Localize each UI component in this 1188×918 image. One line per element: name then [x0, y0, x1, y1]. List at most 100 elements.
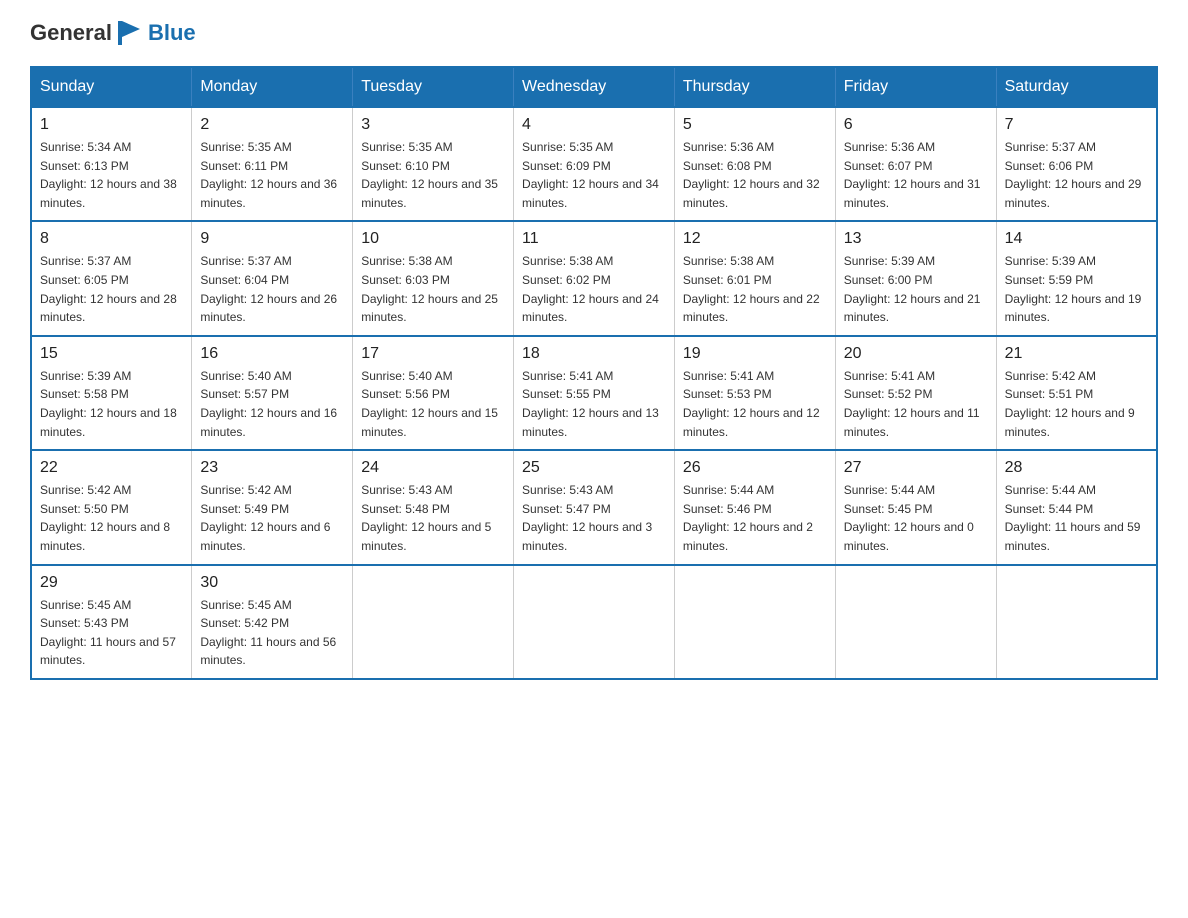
calendar-cell: 5 Sunrise: 5:36 AM Sunset: 6:08 PM Dayli… — [674, 107, 835, 221]
calendar-cell: 8 Sunrise: 5:37 AM Sunset: 6:05 PM Dayli… — [31, 221, 192, 335]
calendar-cell: 20 Sunrise: 5:41 AM Sunset: 5:52 PM Dayl… — [835, 336, 996, 450]
day-info: Sunrise: 5:44 AM Sunset: 5:44 PM Dayligh… — [1005, 481, 1148, 555]
day-info: Sunrise: 5:36 AM Sunset: 6:07 PM Dayligh… — [844, 138, 988, 212]
header-saturday: Saturday — [996, 67, 1157, 107]
calendar-header-row: Sunday Monday Tuesday Wednesday Thursday… — [31, 67, 1157, 107]
calendar-cell: 6 Sunrise: 5:36 AM Sunset: 6:07 PM Dayli… — [835, 107, 996, 221]
day-number: 2 — [200, 116, 344, 134]
calendar-cell: 12 Sunrise: 5:38 AM Sunset: 6:01 PM Dayl… — [674, 221, 835, 335]
calendar-cell: 22 Sunrise: 5:42 AM Sunset: 5:50 PM Dayl… — [31, 450, 192, 564]
day-info: Sunrise: 5:35 AM Sunset: 6:11 PM Dayligh… — [200, 138, 344, 212]
header-friday: Friday — [835, 67, 996, 107]
day-number: 20 — [844, 345, 988, 363]
day-info: Sunrise: 5:44 AM Sunset: 5:46 PM Dayligh… — [683, 481, 827, 555]
day-info: Sunrise: 5:38 AM Sunset: 6:02 PM Dayligh… — [522, 252, 666, 326]
day-info: Sunrise: 5:45 AM Sunset: 5:43 PM Dayligh… — [40, 596, 183, 670]
day-info: Sunrise: 5:41 AM Sunset: 5:55 PM Dayligh… — [522, 367, 666, 441]
calendar-cell — [353, 565, 514, 679]
calendar-cell: 29 Sunrise: 5:45 AM Sunset: 5:43 PM Dayl… — [31, 565, 192, 679]
day-number: 9 — [200, 230, 344, 248]
day-number: 10 — [361, 230, 505, 248]
day-info: Sunrise: 5:37 AM Sunset: 6:06 PM Dayligh… — [1005, 138, 1148, 212]
day-info: Sunrise: 5:44 AM Sunset: 5:45 PM Dayligh… — [844, 481, 988, 555]
header-wednesday: Wednesday — [514, 67, 675, 107]
calendar-cell: 28 Sunrise: 5:44 AM Sunset: 5:44 PM Dayl… — [996, 450, 1157, 564]
day-number: 23 — [200, 459, 344, 477]
calendar-cell: 25 Sunrise: 5:43 AM Sunset: 5:47 PM Dayl… — [514, 450, 675, 564]
calendar-cell: 13 Sunrise: 5:39 AM Sunset: 6:00 PM Dayl… — [835, 221, 996, 335]
day-number: 22 — [40, 459, 183, 477]
calendar-cell: 30 Sunrise: 5:45 AM Sunset: 5:42 PM Dayl… — [192, 565, 353, 679]
day-info: Sunrise: 5:38 AM Sunset: 6:03 PM Dayligh… — [361, 252, 505, 326]
day-info: Sunrise: 5:39 AM Sunset: 6:00 PM Dayligh… — [844, 252, 988, 326]
day-number: 24 — [361, 459, 505, 477]
day-number: 21 — [1005, 345, 1148, 363]
calendar-cell — [835, 565, 996, 679]
header-sunday: Sunday — [31, 67, 192, 107]
day-number: 11 — [522, 230, 666, 248]
calendar-cell: 10 Sunrise: 5:38 AM Sunset: 6:03 PM Dayl… — [353, 221, 514, 335]
calendar-cell: 1 Sunrise: 5:34 AM Sunset: 6:13 PM Dayli… — [31, 107, 192, 221]
day-info: Sunrise: 5:38 AM Sunset: 6:01 PM Dayligh… — [683, 252, 827, 326]
day-number: 1 — [40, 116, 183, 134]
calendar-cell: 21 Sunrise: 5:42 AM Sunset: 5:51 PM Dayl… — [996, 336, 1157, 450]
logo-text-blue: Blue — [148, 20, 196, 46]
calendar-cell — [674, 565, 835, 679]
calendar-cell: 17 Sunrise: 5:40 AM Sunset: 5:56 PM Dayl… — [353, 336, 514, 450]
day-info: Sunrise: 5:42 AM Sunset: 5:50 PM Dayligh… — [40, 481, 183, 555]
calendar-cell: 18 Sunrise: 5:41 AM Sunset: 5:55 PM Dayl… — [514, 336, 675, 450]
day-info: Sunrise: 5:35 AM Sunset: 6:09 PM Dayligh… — [522, 138, 666, 212]
day-number: 16 — [200, 345, 344, 363]
day-info: Sunrise: 5:42 AM Sunset: 5:51 PM Dayligh… — [1005, 367, 1148, 441]
calendar-cell: 26 Sunrise: 5:44 AM Sunset: 5:46 PM Dayl… — [674, 450, 835, 564]
day-info: Sunrise: 5:34 AM Sunset: 6:13 PM Dayligh… — [40, 138, 183, 212]
day-info: Sunrise: 5:43 AM Sunset: 5:47 PM Dayligh… — [522, 481, 666, 555]
calendar-cell: 9 Sunrise: 5:37 AM Sunset: 6:04 PM Dayli… — [192, 221, 353, 335]
day-number: 12 — [683, 230, 827, 248]
day-info: Sunrise: 5:37 AM Sunset: 6:05 PM Dayligh… — [40, 252, 183, 326]
header-monday: Monday — [192, 67, 353, 107]
day-info: Sunrise: 5:39 AM Sunset: 5:59 PM Dayligh… — [1005, 252, 1148, 326]
day-number: 25 — [522, 459, 666, 477]
day-number: 17 — [361, 345, 505, 363]
day-info: Sunrise: 5:45 AM Sunset: 5:42 PM Dayligh… — [200, 596, 344, 670]
calendar-cell: 15 Sunrise: 5:39 AM Sunset: 5:58 PM Dayl… — [31, 336, 192, 450]
calendar-cell: 23 Sunrise: 5:42 AM Sunset: 5:49 PM Dayl… — [192, 450, 353, 564]
day-info: Sunrise: 5:39 AM Sunset: 5:58 PM Dayligh… — [40, 367, 183, 441]
day-number: 15 — [40, 345, 183, 363]
header-thursday: Thursday — [674, 67, 835, 107]
day-info: Sunrise: 5:40 AM Sunset: 5:56 PM Dayligh… — [361, 367, 505, 441]
day-info: Sunrise: 5:41 AM Sunset: 5:53 PM Dayligh… — [683, 367, 827, 441]
calendar-cell — [514, 565, 675, 679]
logo: General Blue — [30, 20, 196, 46]
day-number: 18 — [522, 345, 666, 363]
day-info: Sunrise: 5:35 AM Sunset: 6:10 PM Dayligh… — [361, 138, 505, 212]
calendar-cell: 7 Sunrise: 5:37 AM Sunset: 6:06 PM Dayli… — [996, 107, 1157, 221]
logo-text-general: General — [30, 20, 112, 46]
calendar-cell: 11 Sunrise: 5:38 AM Sunset: 6:02 PM Dayl… — [514, 221, 675, 335]
day-number: 13 — [844, 230, 988, 248]
calendar-week-4: 22 Sunrise: 5:42 AM Sunset: 5:50 PM Dayl… — [31, 450, 1157, 564]
calendar-week-2: 8 Sunrise: 5:37 AM Sunset: 6:05 PM Dayli… — [31, 221, 1157, 335]
day-number: 19 — [683, 345, 827, 363]
calendar-cell: 14 Sunrise: 5:39 AM Sunset: 5:59 PM Dayl… — [996, 221, 1157, 335]
calendar-cell: 24 Sunrise: 5:43 AM Sunset: 5:48 PM Dayl… — [353, 450, 514, 564]
day-number: 28 — [1005, 459, 1148, 477]
calendar-cell: 19 Sunrise: 5:41 AM Sunset: 5:53 PM Dayl… — [674, 336, 835, 450]
calendar-cell: 3 Sunrise: 5:35 AM Sunset: 6:10 PM Dayli… — [353, 107, 514, 221]
day-number: 14 — [1005, 230, 1148, 248]
logo-flag-icon — [118, 21, 140, 45]
day-number: 4 — [522, 116, 666, 134]
day-number: 27 — [844, 459, 988, 477]
calendar-cell: 16 Sunrise: 5:40 AM Sunset: 5:57 PM Dayl… — [192, 336, 353, 450]
day-info: Sunrise: 5:41 AM Sunset: 5:52 PM Dayligh… — [844, 367, 988, 441]
day-info: Sunrise: 5:36 AM Sunset: 6:08 PM Dayligh… — [683, 138, 827, 212]
day-info: Sunrise: 5:40 AM Sunset: 5:57 PM Dayligh… — [200, 367, 344, 441]
day-number: 7 — [1005, 116, 1148, 134]
page-header: General Blue — [30, 20, 1158, 46]
day-info: Sunrise: 5:43 AM Sunset: 5:48 PM Dayligh… — [361, 481, 505, 555]
header-tuesday: Tuesday — [353, 67, 514, 107]
calendar-cell: 2 Sunrise: 5:35 AM Sunset: 6:11 PM Dayli… — [192, 107, 353, 221]
day-info: Sunrise: 5:42 AM Sunset: 5:49 PM Dayligh… — [200, 481, 344, 555]
day-number: 30 — [200, 574, 344, 592]
